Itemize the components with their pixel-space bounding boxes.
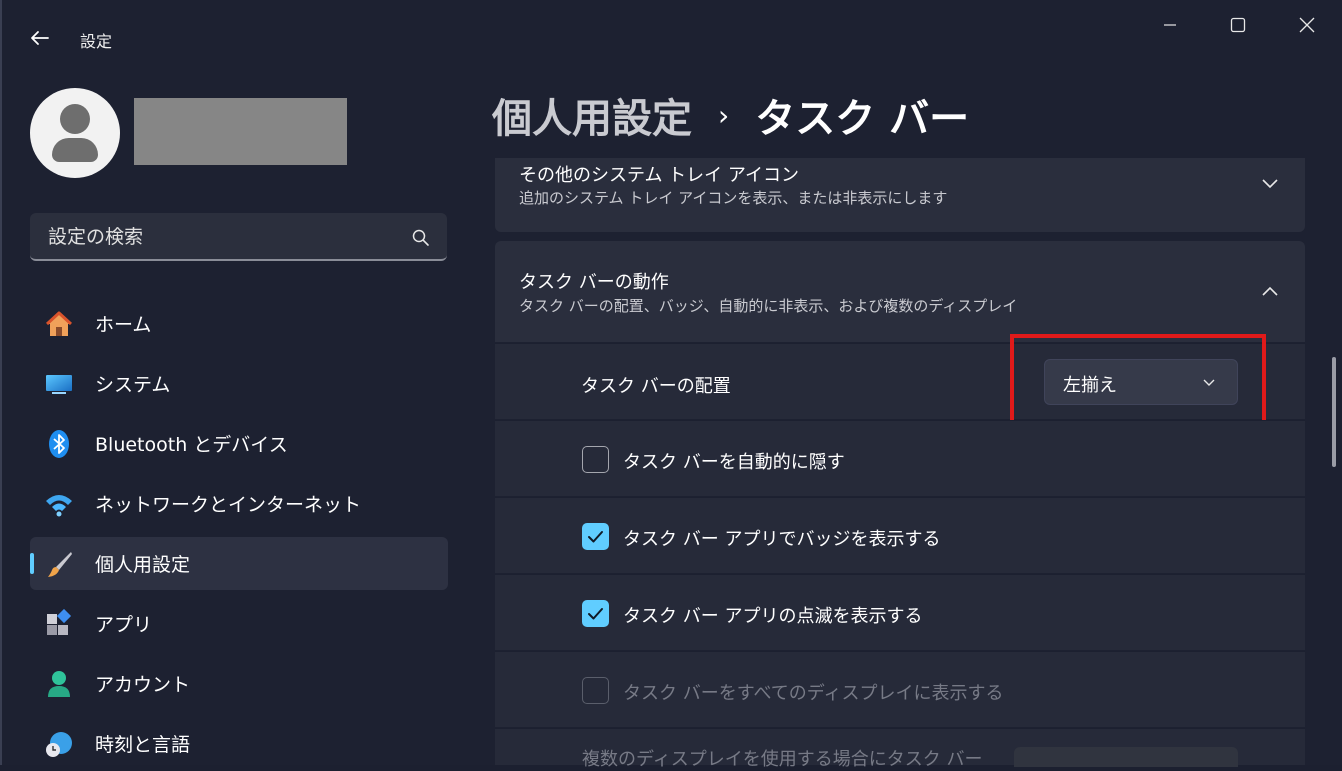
redacted-user-info — [134, 98, 347, 165]
apps-icon — [47, 609, 72, 635]
sidebar-item-label: アプリ — [95, 614, 153, 636]
show-badges-checkbox[interactable] — [582, 523, 609, 550]
breadcrumb-separator: › — [718, 98, 730, 132]
section-title: タスク バーの動作 — [519, 272, 669, 293]
arrow-left-icon — [31, 31, 49, 45]
close-icon — [1299, 17, 1315, 33]
title-bar: 設定 — [2, 0, 1342, 74]
checkmark-icon — [587, 530, 603, 542]
sidebar-item-label: ホーム — [95, 314, 152, 336]
home-icon — [45, 311, 73, 336]
avatar-body — [52, 138, 98, 162]
back-button[interactable] — [24, 22, 56, 54]
wifi-icon — [46, 495, 72, 517]
multi-display-label: 複数のディスプレイを使用する場合にタスク バー — [582, 749, 983, 770]
sidebar-item-home[interactable]: ホーム — [30, 297, 448, 350]
settings-window: 設定 ホーム システム Bluetooth とデバイス ネットワークとインターネ… — [0, 0, 1342, 770]
bluetooth-icon — [49, 430, 69, 458]
chevron-down-icon[interactable] — [1259, 172, 1281, 194]
search-box[interactable] — [30, 213, 447, 261]
paintbrush-icon — [48, 552, 72, 577]
multi-display-dropdown — [1014, 747, 1238, 767]
avatar[interactable] — [30, 88, 120, 178]
search-input[interactable] — [46, 223, 390, 251]
close-button[interactable] — [1284, 10, 1330, 40]
section-description: タスク バーの配置、バッジ、自動的に非表示、および複数のディスプレイ — [519, 297, 1018, 315]
sidebar-item-apps[interactable]: アプリ — [30, 597, 448, 650]
breadcrumb: 個人用設定 › タスク バー — [492, 86, 969, 144]
show-badges-row[interactable]: タスク バー アプリでバッジを表示する — [495, 497, 1305, 573]
taskbar-alignment-label: タスク バーの配置 — [581, 376, 731, 397]
minimize-icon — [1164, 24, 1176, 26]
checkmark-icon — [587, 607, 603, 619]
globe-clock-icon — [46, 732, 72, 757]
maximize-icon — [1230, 17, 1246, 33]
sidebar-item-label: アカウント — [95, 674, 191, 696]
auto-hide-row[interactable]: タスク バーを自動的に隠す — [495, 420, 1305, 496]
show-flashing-row[interactable]: タスク バー アプリの点滅を表示する — [495, 574, 1305, 650]
sidebar-item-time-language[interactable]: 時刻と言語 — [30, 717, 448, 770]
sidebar-item-label: 個人用設定 — [95, 554, 191, 576]
highlight-annotation — [1010, 334, 1266, 425]
sidebar-item-label: システム — [95, 374, 171, 396]
app-title: 設定 — [80, 32, 113, 51]
sidebar-item-bluetooth[interactable]: Bluetooth とデバイス — [30, 417, 448, 470]
checkbox-label: タスク バー アプリでバッジを表示する — [623, 529, 941, 550]
taskbar-behavior-section[interactable]: タスク バーの動作 タスク バーの配置、バッジ、自動的に非表示、および複数のディ… — [495, 241, 1305, 342]
account-icon — [48, 671, 70, 697]
page-title: タスク バー — [755, 96, 970, 142]
section-title: その他のシステム トレイ アイコン — [519, 165, 800, 186]
sidebar-item-label: 時刻と言語 — [95, 734, 191, 756]
system-icon — [46, 375, 72, 394]
minimize-button[interactable] — [1147, 10, 1193, 40]
sidebar-item-label: ネットワークとインターネット — [95, 494, 362, 516]
sidebar-item-accounts[interactable]: アカウント — [30, 657, 448, 710]
checkbox-label: タスク バー アプリの点滅を表示する — [623, 606, 923, 627]
scrollbar[interactable] — [1332, 357, 1336, 467]
sidebar-item-system[interactable]: システム — [30, 357, 448, 410]
avatar-head — [60, 104, 90, 134]
show-flashing-checkbox[interactable] — [582, 600, 609, 627]
maximize-button[interactable] — [1215, 10, 1261, 40]
show-on-all-displays-checkbox — [582, 677, 609, 704]
sidebar-item-label: Bluetooth とデバイス — [95, 434, 288, 456]
checkbox-label: タスク バーをすべてのディスプレイに表示する — [623, 683, 1004, 704]
chevron-up-icon[interactable] — [1259, 281, 1281, 303]
search-icon[interactable] — [411, 228, 431, 248]
section-description: 追加のシステム トレイ アイコンを表示、または非表示にします — [519, 189, 948, 207]
system-tray-icons-section[interactable]: その他のシステム トレイ アイコン 追加のシステム トレイ アイコンを表示、また… — [495, 158, 1305, 232]
sidebar-item-network[interactable]: ネットワークとインターネット — [30, 477, 448, 530]
checkbox-label: タスク バーを自動的に隠す — [623, 452, 845, 473]
auto-hide-checkbox[interactable] — [582, 446, 609, 473]
breadcrumb-parent[interactable]: 個人用設定 — [492, 86, 692, 144]
sidebar-item-personalization[interactable]: 個人用設定 — [30, 537, 448, 590]
show-on-all-displays-row: タスク バーをすべてのディスプレイに表示する — [495, 651, 1305, 727]
